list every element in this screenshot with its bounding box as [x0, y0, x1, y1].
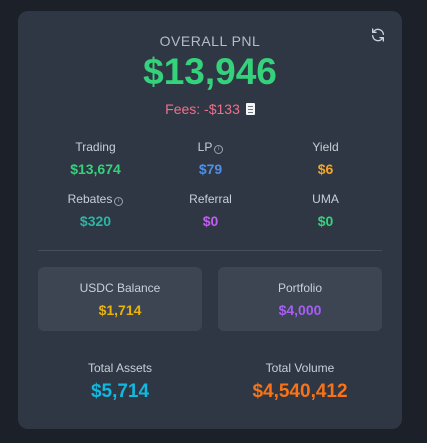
stat-referral: Referral $0: [153, 191, 268, 229]
stat-label: UMA: [312, 192, 339, 206]
portfolio-label: Portfolio: [277, 281, 323, 295]
overall-pnl-value: $13,946: [143, 51, 277, 92]
stat-value: $6: [317, 161, 334, 177]
total-assets-value: $5,714: [90, 381, 150, 402]
stat-trading: Trading $13,674: [38, 139, 153, 177]
stat-yield: Yield $6: [268, 139, 383, 177]
portfolio-value: $4,000: [278, 302, 322, 318]
stat-rebates: Rebates i $320: [38, 191, 153, 229]
stat-value: $320: [79, 213, 112, 229]
stat-label: Rebates i: [38, 191, 153, 207]
stat-label: Yield: [312, 140, 339, 154]
stat-label: LP i: [153, 139, 268, 155]
pnl-card: OVERALL PNL $13,946 Fees: -$133 Trading …: [18, 11, 402, 429]
info-icon[interactable]: i: [114, 197, 124, 206]
usdc-balance-value: $1,714: [98, 302, 142, 318]
receipt-icon[interactable]: [245, 103, 255, 115]
fees-row: Fees: -$133: [18, 101, 402, 117]
total-volume-label: Total Volume: [265, 361, 335, 375]
usdc-balance-box: USDC Balance $1,714: [38, 267, 202, 331]
portfolio-box: Portfolio $4,000: [218, 267, 382, 331]
total-assets: Total Assets $5,714: [30, 361, 210, 403]
info-icon[interactable]: i: [214, 145, 224, 154]
overall-pnl-label: OVERALL PNL: [159, 33, 261, 49]
fees-text: Fees: -$133: [165, 101, 240, 117]
stat-lp: LP i $79: [153, 139, 268, 177]
stat-value: $0: [202, 213, 219, 229]
stat-value: $79: [198, 161, 223, 177]
stat-label: Referral: [189, 192, 232, 206]
total-volume-value: $4,540,412: [252, 381, 348, 402]
total-assets-label: Total Assets: [87, 361, 153, 375]
total-volume: Total Volume $4,540,412: [210, 361, 390, 403]
stat-uma: UMA $0: [268, 191, 383, 229]
divider: [38, 250, 382, 251]
stat-value: $0: [317, 213, 334, 229]
stat-value: $13,674: [70, 161, 121, 177]
usdc-balance-label: USDC Balance: [79, 281, 161, 295]
stat-label: Trading: [75, 140, 116, 154]
